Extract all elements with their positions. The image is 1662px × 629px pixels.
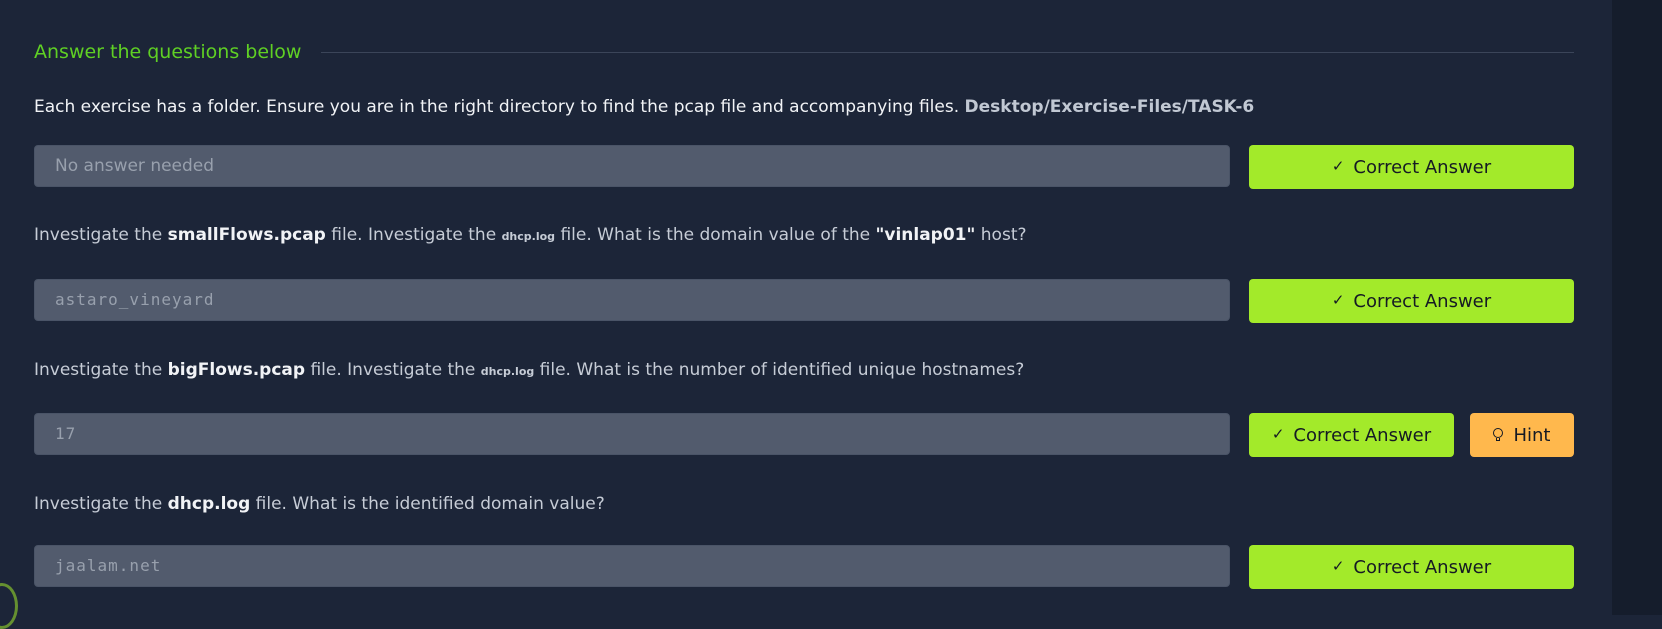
decorative-glow	[0, 583, 18, 629]
check-icon: ✓	[1271, 425, 1285, 443]
question-4-text: Investigate the dhcp.log file. What is t…	[34, 494, 1574, 514]
question-2-file2: dhcp.log	[501, 230, 556, 243]
question-2-file1: smallFlows.pcap	[167, 225, 326, 245]
answer-field-4[interactable]: jaalam.net	[34, 545, 1230, 587]
correct-answer-button-2[interactable]: ✓ Correct Answer	[1249, 279, 1574, 323]
answer-field-3[interactable]: 17	[34, 413, 1230, 455]
question-2-host: "vinlap01"	[875, 225, 976, 245]
question-3-part1: Investigate the	[34, 360, 163, 380]
question-4-part1: Investigate the	[34, 494, 163, 514]
question-3-file2: dhcp.log	[480, 365, 535, 378]
question-3-text: Investigate the bigFlows.pcap file. Inve…	[34, 360, 1574, 380]
correct-answer-button-3[interactable]: ✓ Correct Answer	[1249, 413, 1454, 457]
question-2-part2: file. Investigate the	[331, 225, 497, 245]
section-title: Answer the questions below	[34, 41, 302, 63]
question-2-part4: host?	[980, 225, 1027, 245]
question-2-part1: Investigate the	[34, 225, 163, 245]
question-1-text: Each exercise has a folder. Ensure you a…	[34, 97, 1574, 117]
section-divider	[321, 51, 1574, 53]
answer-field-1[interactable]: No answer needed	[34, 145, 1230, 187]
question-3-file1: bigFlows.pcap	[167, 360, 306, 380]
correct-answer-label: Correct Answer	[1353, 556, 1492, 578]
scrollbar-track[interactable]	[1612, 0, 1662, 615]
check-icon: ✓	[1331, 291, 1345, 309]
correct-answer-label: Correct Answer	[1353, 156, 1492, 178]
hint-label: Hint	[1513, 424, 1551, 446]
question-3-part2: file. Investigate the	[310, 360, 476, 380]
section-header: Answer the questions below	[34, 38, 1574, 66]
lightbulb-icon	[1493, 428, 1504, 442]
question-2-part3: file. What is the domain value of the	[560, 225, 871, 245]
question-1-sentence: Each exercise has a folder. Ensure you a…	[34, 97, 960, 117]
question-4-part2: file. What is the identified domain valu…	[255, 494, 605, 514]
question-3-part3: file. What is the number of identified u…	[539, 360, 1025, 380]
question-2-text: Investigate the smallFlows.pcap file. In…	[34, 225, 1574, 245]
correct-answer-button-1[interactable]: ✓ Correct Answer	[1249, 145, 1574, 189]
correct-answer-label: Correct Answer	[1293, 424, 1432, 446]
check-icon: ✓	[1331, 157, 1345, 175]
question-4-file1: dhcp.log	[167, 494, 251, 514]
question-1-path: Desktop/Exercise-Files/TASK-6	[964, 97, 1255, 117]
correct-answer-button-4[interactable]: ✓ Correct Answer	[1249, 545, 1574, 589]
answer-field-2[interactable]: astaro_vineyard	[34, 279, 1230, 321]
check-icon: ✓	[1331, 557, 1345, 575]
hint-button[interactable]: Hint	[1470, 413, 1574, 457]
correct-answer-label: Correct Answer	[1353, 290, 1492, 312]
